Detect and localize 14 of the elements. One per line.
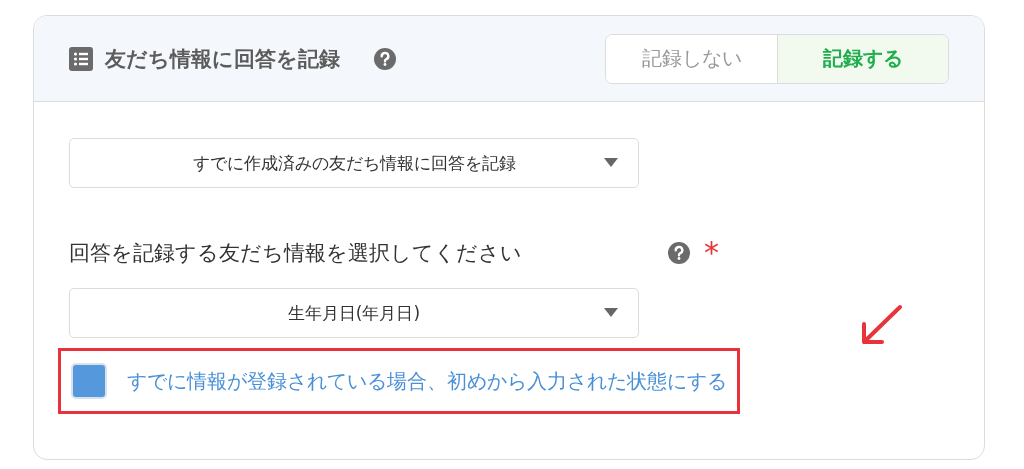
list-icon <box>69 46 93 71</box>
caret-icon <box>604 158 618 167</box>
caret-icon <box>604 308 618 317</box>
help-icon[interactable] <box>668 242 690 264</box>
checkbox-label[interactable]: すでに情報が登録されている場合、初めから入力された状態にする <box>127 367 727 395</box>
toggle-option[interactable]: 記録しない <box>606 34 777 83</box>
field-label: 回答を記録する友だち情報を選択してください <box>69 240 523 267</box>
section-title: 友だち情報に回答を記録 <box>105 45 340 73</box>
toggle-option[interactable]: 記録する <box>777 34 948 83</box>
field-select[interactable]: 生年月日(年月日) <box>69 288 639 338</box>
mode-select[interactable]: すでに作成済みの友だち情報に回答を記録 <box>69 138 639 188</box>
checkbox[interactable] <box>71 363 107 399</box>
required-mark: * <box>704 238 719 268</box>
help-icon[interactable] <box>374 47 396 70</box>
